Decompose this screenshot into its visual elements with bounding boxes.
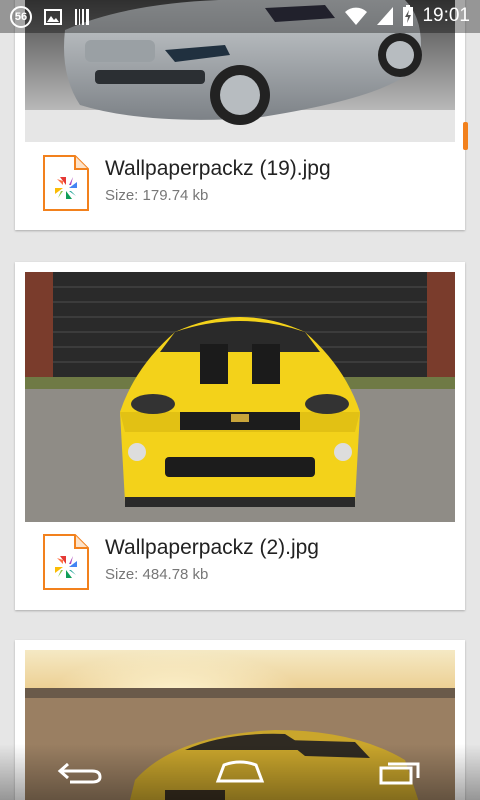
back-icon	[57, 762, 102, 784]
status-bar: 56 19:01	[0, 0, 480, 33]
file-name: Wallpaperpackz (2).jpg	[105, 536, 319, 559]
file-name: Wallpaperpackz (19).jpg	[105, 157, 331, 180]
scroll-indicator[interactable]	[463, 122, 468, 150]
status-time: 19:01	[422, 5, 470, 26]
barcode-notification-icon	[75, 9, 89, 25]
file-card[interactable]: Wallpaperpackz (19).jpg Size: 179.74 kb	[15, 0, 465, 230]
back-button[interactable]	[50, 752, 110, 792]
image-file-icon	[43, 534, 89, 590]
file-size: Size: 484.78 kb	[105, 566, 209, 583]
home-icon	[215, 760, 265, 783]
wifi-icon	[345, 7, 368, 25]
photo-thumbnail[interactable]	[25, 272, 455, 522]
signal-icon	[377, 7, 394, 25]
file-card[interactable]: Wallpaperpackz (2).jpg Size: 484.78 kb	[15, 262, 465, 610]
image-file-icon	[43, 155, 89, 211]
yellow-car-image	[25, 272, 455, 522]
notification-count: 56	[14, 11, 28, 23]
image-notification-icon	[44, 9, 62, 25]
navigation-bar	[0, 744, 480, 800]
battery-icon	[403, 5, 414, 26]
recent-apps-icon	[379, 762, 420, 785]
recent-apps-button[interactable]	[370, 752, 430, 792]
notification-count-icon: 56	[10, 6, 32, 28]
file-size: Size: 179.74 kb	[105, 187, 209, 204]
home-button[interactable]	[210, 752, 270, 792]
